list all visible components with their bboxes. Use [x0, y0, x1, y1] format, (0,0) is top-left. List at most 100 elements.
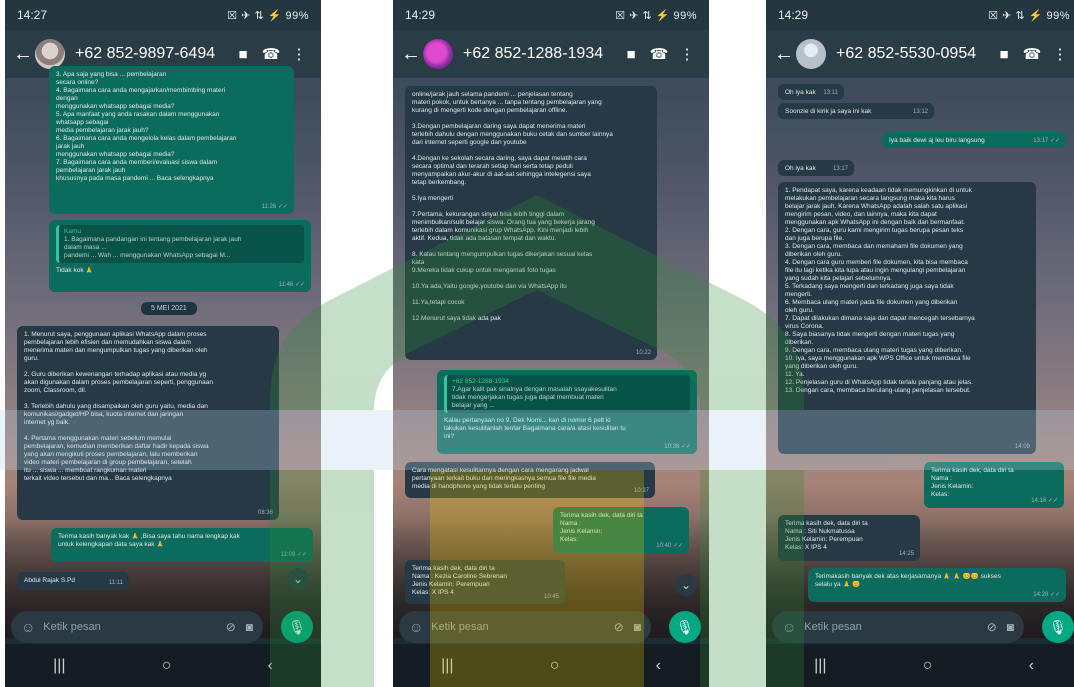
- phone-screenshot-3: 14:29 ☒ ✈ ⇅ ⚡ 99% ← +62 852-5530-0954 ■ …: [766, 0, 1074, 687]
- back-nav-icon[interactable]: ‹: [1029, 657, 1034, 675]
- video-call-icon[interactable]: ■: [990, 46, 1018, 63]
- message-input-placeholder[interactable]: Ketik pesan: [431, 621, 603, 633]
- contact-name[interactable]: +62 852-9897-6494: [75, 45, 229, 63]
- voice-call-icon[interactable]: ☎: [257, 45, 285, 63]
- message-input-bar[interactable]: ☺ Ketik pesan ⊘ ◙: [11, 611, 263, 643]
- message-input-placeholder[interactable]: Ketik pesan: [43, 621, 215, 633]
- message-bubble-incoming[interactable]: Abdul Rajak S.Pd 11:11: [17, 572, 129, 590]
- message-bubble-incoming[interactable]: Cara mengatasi kesulitannya dengan cara …: [405, 462, 655, 498]
- chat-header: ← +62 852-5530-0954 ■ ☎ ⋮: [766, 30, 1074, 78]
- status-time: 14:29: [405, 8, 436, 22]
- message-time: 14:16 ✓✓: [1031, 498, 1058, 504]
- message-bubble-incoming[interactable]: Oh iya kak 13:17: [778, 160, 854, 176]
- message-bubble-incoming[interactable]: Terima kasih dek, data diri ta Nama : Si…: [778, 515, 920, 561]
- message-input-bar[interactable]: ☺ Ketik pesan ⊘ ◙: [399, 611, 651, 643]
- scroll-down-button[interactable]: ⌄: [675, 574, 697, 596]
- status-time: 14:27: [17, 8, 48, 22]
- message-bubble-incoming[interactable]: Terima kasih dek, data diri ta Nama : Ke…: [405, 560, 565, 604]
- camera-icon[interactable]: ◙: [246, 620, 253, 634]
- message-time: 13:11: [823, 90, 838, 96]
- phone-screenshot-2: 14:29 ☒ ✈ ⇅ ⚡ 99% ← +62 852-1288-1934 ■ …: [393, 0, 709, 687]
- message-bubble-incoming[interactable]: 1. Menurut saya, penggunaan aplikasi Wha…: [17, 326, 279, 520]
- message-bubble-outgoing[interactable]: 3. Apa saja yang bisa ... pembelajaran s…: [49, 66, 294, 214]
- message-time: 13:17 ✓✓: [1033, 138, 1060, 144]
- status-bar: 14:29 ☒ ✈ ⇅ ⚡ 99%: [393, 0, 709, 30]
- message-time: 14:25: [898, 551, 914, 557]
- message-time: 13:12: [912, 109, 928, 115]
- android-nav-bar: ||| ○ ‹: [766, 644, 1074, 687]
- back-nav-icon[interactable]: ‹: [268, 657, 273, 675]
- message-bubble-outgoing[interactable]: +62 852-1288-1934 7.Agar kalit pak sinal…: [437, 370, 697, 454]
- mic-button[interactable]: 🎙: [281, 611, 313, 643]
- home-icon[interactable]: ○: [550, 657, 560, 675]
- message-bubble-incoming[interactable]: online/jarak jauh selama pandemi ... pen…: [405, 86, 657, 360]
- message-input-placeholder[interactable]: Ketik pesan: [804, 621, 976, 633]
- contact-name[interactable]: +62 852-1288-1934: [463, 45, 617, 63]
- message-time: 14:09: [1014, 444, 1030, 450]
- message-bubble-incoming[interactable]: Soonzie di kirik ja saya ini kak 13:12: [778, 103, 934, 119]
- home-icon[interactable]: ○: [923, 657, 933, 675]
- recents-icon[interactable]: |||: [53, 657, 65, 675]
- message-time: 11:09 ✓✓: [280, 552, 307, 558]
- message-bubble-outgoing[interactable]: Iya baik dewi aj leu biru langsung 13:17…: [882, 132, 1066, 148]
- message-bubble-outgoing[interactable]: Kamu 1. Bagaimana pandangan ini tentang …: [49, 220, 311, 292]
- status-bar: 14:29 ☒ ✈ ⇅ ⚡ 99%: [766, 0, 1074, 30]
- attach-icon[interactable]: ⊘: [987, 620, 997, 634]
- status-indicators: ☒ ✈ ⇅ ⚡ 99%: [615, 9, 697, 22]
- back-arrow-icon[interactable]: ←: [774, 43, 794, 66]
- voice-call-icon[interactable]: ☎: [1018, 45, 1046, 63]
- mic-button[interactable]: 🎙: [1042, 611, 1074, 643]
- quoted-message[interactable]: Kamu 1. Bagaimana pandangan ini tentang …: [56, 225, 304, 263]
- android-nav-bar: ||| ○ ‹: [5, 644, 321, 687]
- message-time: 10:37: [633, 488, 649, 494]
- camera-icon[interactable]: ◙: [634, 620, 641, 634]
- attach-icon[interactable]: ⊘: [614, 620, 624, 634]
- message-bubble-outgoing[interactable]: Terima kasih dek, data diri ta Nama : Je…: [924, 462, 1064, 508]
- message-time: 14:28 ✓✓: [1033, 592, 1060, 598]
- message-bubble-outgoing[interactable]: Terima kasih dek, data diri ta Nama : Je…: [553, 507, 689, 553]
- attach-icon[interactable]: ⊘: [226, 620, 236, 634]
- message-time: 10:38 ✓✓: [664, 444, 691, 450]
- back-arrow-icon[interactable]: ←: [13, 43, 33, 66]
- contact-avatar[interactable]: [423, 39, 453, 69]
- status-indicators: ☒ ✈ ⇅ ⚡ 99%: [227, 9, 309, 22]
- more-menu-icon[interactable]: ⋮: [1046, 45, 1074, 63]
- emoji-icon[interactable]: ☺: [21, 619, 35, 635]
- contact-avatar[interactable]: [35, 39, 65, 69]
- mic-button[interactable]: 🎙: [669, 611, 701, 643]
- message-time: 11:46 ✓✓: [278, 282, 305, 288]
- message-bubble-incoming[interactable]: Oh iya kak 13:11: [778, 84, 844, 100]
- message-time: 08:36: [257, 510, 273, 516]
- recents-icon[interactable]: |||: [814, 657, 826, 675]
- more-menu-icon[interactable]: ⋮: [673, 45, 701, 63]
- emoji-icon[interactable]: ☺: [782, 619, 796, 635]
- recents-icon[interactable]: |||: [441, 657, 453, 675]
- contact-name[interactable]: +62 852-5530-0954: [836, 45, 990, 63]
- status-time: 14:29: [778, 8, 809, 22]
- status-bar: 14:27 ☒ ✈ ⇅ ⚡ 99%: [5, 0, 321, 30]
- video-call-icon[interactable]: ■: [617, 46, 645, 63]
- home-icon[interactable]: ○: [162, 657, 172, 675]
- message-bubble-outgoing[interactable]: Terima kasih banyak kak 🙏 ,Bisa saya tah…: [51, 528, 313, 562]
- chat-header: ← +62 852-1288-1934 ■ ☎ ⋮: [393, 30, 709, 78]
- message-bubble-outgoing[interactable]: Terimakasih banyak dek atas kerjasamanya…: [808, 568, 1066, 602]
- more-menu-icon[interactable]: ⋮: [285, 45, 313, 63]
- message-time: 11:26 ✓✓: [261, 204, 288, 210]
- message-bubble-incoming[interactable]: 1. Pendapat saya, karena keadaan tidak m…: [778, 182, 1036, 454]
- video-call-icon[interactable]: ■: [229, 46, 257, 63]
- camera-icon[interactable]: ◙: [1007, 620, 1014, 634]
- date-separator: 5 MEI 2021: [141, 302, 197, 315]
- voice-call-icon[interactable]: ☎: [645, 45, 673, 63]
- back-arrow-icon[interactable]: ←: [401, 43, 421, 66]
- message-time: 10:22: [635, 350, 651, 356]
- message-time: 13:17: [832, 166, 848, 172]
- message-input-bar[interactable]: ☺ Ketik pesan ⊘ ◙: [772, 611, 1024, 643]
- status-indicators: ☒ ✈ ⇅ ⚡ 99%: [988, 9, 1070, 22]
- emoji-icon[interactable]: ☺: [409, 619, 423, 635]
- phone-screenshot-1: 14:27 ☒ ✈ ⇅ ⚡ 99% ← +62 852-9897-6494 ■ …: [5, 0, 321, 687]
- scroll-down-button[interactable]: ⌄: [287, 568, 309, 590]
- message-time: 10:45: [543, 594, 559, 600]
- back-nav-icon[interactable]: ‹: [656, 657, 661, 675]
- quoted-message[interactable]: +62 852-1288-1934 7.Agar kalit pak sinal…: [444, 375, 690, 413]
- contact-avatar[interactable]: [796, 39, 826, 69]
